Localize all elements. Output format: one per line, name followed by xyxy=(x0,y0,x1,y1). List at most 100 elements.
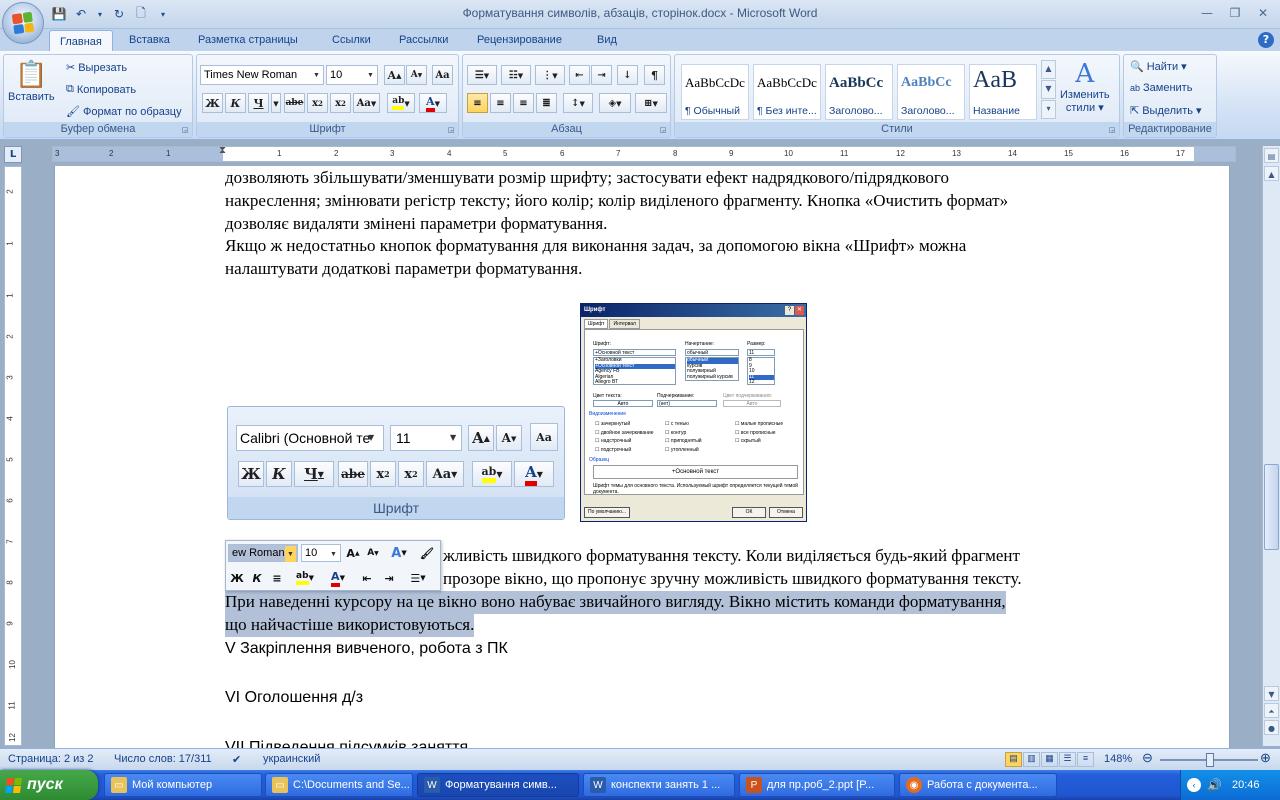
view-ruler-icon[interactable]: ▤ xyxy=(1264,148,1279,163)
justify-button[interactable]: ≣ xyxy=(536,93,557,113)
font-color-button[interactable]: A ▼ xyxy=(419,93,447,113)
office-button[interactable] xyxy=(2,2,44,44)
word-count[interactable]: Число слов: 17/311 xyxy=(114,753,212,765)
tray-arrow-icon[interactable]: ‹ xyxy=(1187,778,1201,792)
dialog-launcher-icon[interactable]: ◲ xyxy=(1107,125,1117,135)
full-screen-reading-icon[interactable]: ▥ xyxy=(1023,752,1040,767)
tab-view[interactable]: Вид xyxy=(587,29,627,51)
taskbar-item-explorer[interactable]: ▭ C:\Documents and Se... xyxy=(265,773,413,797)
select-browse-object-icon[interactable]: ● xyxy=(1264,720,1279,735)
paragraph-line[interactable]: дозволяє видаляти змінені параметри форм… xyxy=(225,213,607,236)
clock[interactable]: 20:46 xyxy=(1232,779,1260,791)
zoom-out-icon[interactable]: ⊖ xyxy=(1142,750,1153,766)
mini-bold-button[interactable]: Ж xyxy=(228,569,246,587)
mini-size-combo[interactable]: 10 ▼ xyxy=(301,544,341,562)
spelling-icon[interactable]: ✔ xyxy=(232,753,241,766)
document-page[interactable]: дозволяють збільшувати/зменшувати розмір… xyxy=(54,166,1230,748)
paragraph-line[interactable]: прозоре вікно, що пропонує зручну можлив… xyxy=(443,568,1022,591)
scroll-thumb[interactable] xyxy=(1264,464,1279,550)
styles-scroll-down[interactable]: ▼ xyxy=(1041,80,1056,99)
find-button[interactable]: 🔍 Найти ▾ xyxy=(1130,60,1187,73)
outline-icon[interactable]: ☰ xyxy=(1059,752,1076,767)
change-styles-button[interactable]: A Изменить стили ▾ xyxy=(1060,59,1110,115)
change-case-button[interactable]: Aa ▼ xyxy=(353,93,380,113)
copy-button[interactable]: ⧉ Копировать xyxy=(66,83,136,96)
line-spacing-button[interactable]: ↕ ▼ xyxy=(563,93,593,113)
print-layout-icon[interactable]: ▤ xyxy=(1005,752,1022,767)
taskbar-item-powerpoint[interactable]: Pдля пр.роб_2.ppt [P... xyxy=(739,773,895,797)
bold-button[interactable]: Ж xyxy=(202,93,223,113)
draft-icon[interactable]: ≡ xyxy=(1077,752,1094,767)
scroll-down-arrow[interactable]: ▼ xyxy=(1264,686,1279,701)
dialog-launcher-icon[interactable]: ◲ xyxy=(658,125,668,135)
mini-grow-font-button[interactable]: A ▲ xyxy=(344,544,362,562)
mini-styles-button[interactable]: A ▼ xyxy=(386,544,412,562)
section-heading[interactable]: VII Підведення підсумків заняття xyxy=(225,737,468,748)
paragraph-line[interactable]: накреслення; змінювати регістр тексту; й… xyxy=(225,190,1008,213)
mini-format-painter-button[interactable]: 🖌 xyxy=(418,544,436,562)
shrink-font-button[interactable]: A ▼ xyxy=(406,65,427,85)
font-name-combo[interactable]: Times New Roman ▼ xyxy=(200,65,324,85)
taskbar-item-word-active[interactable]: W Форматування симв... xyxy=(417,773,579,797)
tab-review[interactable]: Рецензирование xyxy=(467,29,572,51)
tab-mailings[interactable]: Рассылки xyxy=(389,29,458,51)
style-heading-2[interactable]: AaBbCc Заголово... xyxy=(897,64,965,120)
selected-line[interactable]: що найчастіше використовуються. xyxy=(225,614,475,637)
align-right-button[interactable]: ≡ xyxy=(513,93,534,113)
bullets-button[interactable]: ☰ ▼ xyxy=(467,65,497,85)
horizontal-ruler[interactable]: 3 2 1 ⧗ 1 2 3 4 5 6 7 8 9 10 11 12 13 14… xyxy=(52,145,1236,162)
mini-font-color-button[interactable]: A ▼ xyxy=(324,569,352,587)
shading-button[interactable]: ◈ ▼ xyxy=(599,93,631,113)
chevron-down-icon[interactable]: ▼ xyxy=(311,67,322,83)
taskbar-item-my-computer[interactable]: ▭ Мой компьютер xyxy=(104,773,262,797)
underline-button[interactable]: Ч xyxy=(248,93,269,113)
zoom-level[interactable]: 148% xyxy=(1104,753,1132,765)
tab-references[interactable]: Ссылки xyxy=(322,29,381,51)
web-layout-icon[interactable]: ▦ xyxy=(1041,752,1058,767)
tab-home[interactable]: Главная xyxy=(49,30,113,52)
tab-insert[interactable]: Вставка xyxy=(119,29,180,51)
highlight-button[interactable]: ab ▼ xyxy=(387,93,415,113)
italic-button[interactable]: К xyxy=(225,93,246,113)
paragraph-line[interactable]: Якщо ж недостатньо кнопок форматування д… xyxy=(225,235,966,258)
decrease-indent-button[interactable]: ⇤ xyxy=(569,65,590,85)
paste-button[interactable]: 📋 Вставить xyxy=(8,59,55,103)
taskbar-item-word-2[interactable]: Wконспекти занять 1 ... xyxy=(583,773,735,797)
taskbar-item-firefox[interactable]: ◉ Работа с документа... xyxy=(899,773,1057,797)
tab-selector-button[interactable]: L xyxy=(4,146,22,163)
help-icon[interactable]: ? xyxy=(1258,32,1274,48)
superscript-button[interactable]: x2 xyxy=(330,93,351,113)
format-painter-button[interactable]: 🖌 Формат по образцу xyxy=(66,105,182,119)
align-left-button[interactable]: ≡ xyxy=(467,93,488,113)
selected-line[interactable]: При наведенні курсору на це вікно воно н… xyxy=(225,591,1006,614)
zoom-in-icon[interactable]: ⊕ xyxy=(1260,750,1271,766)
close-button[interactable]: ✕ xyxy=(1250,4,1276,22)
restore-button[interactable]: ❐ xyxy=(1222,4,1248,22)
style-no-spacing[interactable]: AaBbCcDc ¶ Без инте... xyxy=(753,64,821,120)
paragraph-line[interactable]: дозволяють збільшувати/зменшувати розмір… xyxy=(225,167,949,190)
page-count[interactable]: Страница: 2 из 2 xyxy=(8,753,94,765)
increase-indent-button[interactable]: ⇥ xyxy=(591,65,612,85)
mini-italic-button[interactable]: К xyxy=(248,569,266,587)
mini-shrink-font-button[interactable]: A ▼ xyxy=(364,544,382,562)
styles-scroll-up[interactable]: ▲ xyxy=(1041,60,1056,79)
multilevel-list-button[interactable]: ⋮ ▼ xyxy=(535,65,565,85)
zoom-slider-thumb[interactable] xyxy=(1206,753,1214,767)
section-heading[interactable]: V Закріплення вивченого, робота з ПК xyxy=(225,638,508,661)
font-dialog-image[interactable]: Шрифт ? ✕ Шрифт Интервал Шрифт: +Основно… xyxy=(580,303,807,522)
strikethrough-button[interactable]: abe xyxy=(284,93,305,113)
vertical-scrollbar[interactable]: ▤ ▲ ▼ ⏶ ● xyxy=(1262,146,1280,746)
subscript-button[interactable]: x2 xyxy=(307,93,328,113)
tab-page-layout[interactable]: Разметка страницы xyxy=(188,29,308,51)
clear-format-button[interactable]: Aa xyxy=(432,65,453,85)
start-button[interactable]: пуск xyxy=(0,770,98,800)
cut-button[interactable]: ✂ Вырезать xyxy=(66,61,127,75)
indent-marker-icon[interactable]: ⧗ xyxy=(219,145,226,156)
mini-increase-indent-button[interactable]: ⇥ xyxy=(380,569,398,587)
grow-font-button[interactable]: A ▲ xyxy=(384,65,405,85)
font-size-combo[interactable]: 10 ▼ xyxy=(326,65,378,85)
mini-bullets-button[interactable]: ☰ ▼ xyxy=(402,569,434,587)
volume-icon[interactable]: 🔊 xyxy=(1207,778,1222,792)
mini-center-button[interactable]: ≡ xyxy=(268,569,286,587)
section-heading[interactable]: VI Оголошення д/з xyxy=(225,687,363,710)
